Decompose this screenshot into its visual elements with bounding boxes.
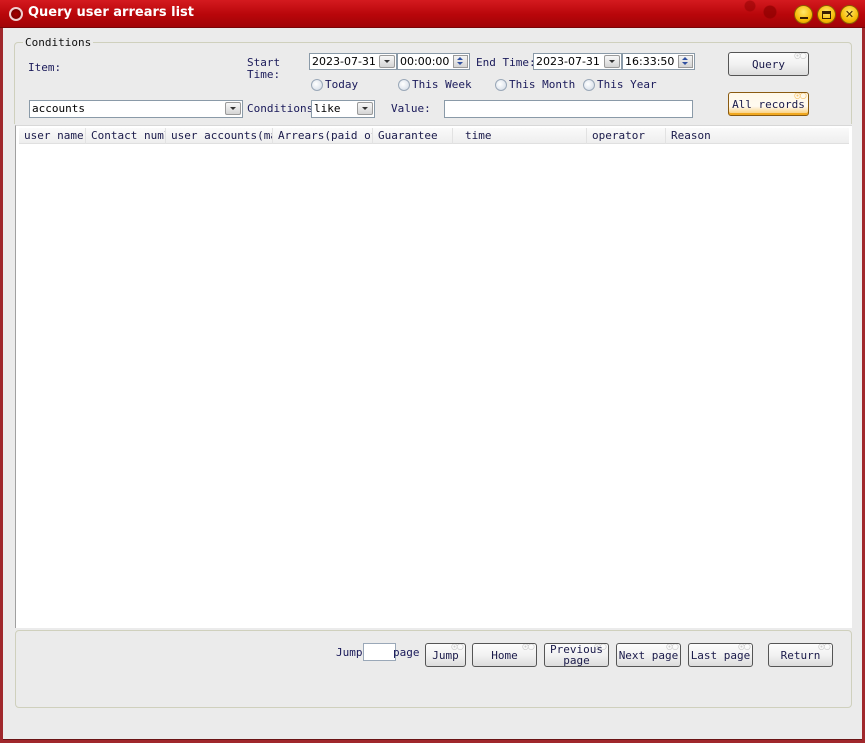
- app-icon: [9, 7, 23, 21]
- close-button[interactable]: ✕: [840, 5, 859, 24]
- start-time-value: 00:00:00: [400, 55, 450, 68]
- value-input[interactable]: [444, 100, 693, 118]
- close-icon: ✕: [844, 8, 855, 21]
- query-button[interactable]: Query: [728, 52, 809, 76]
- item-label: Item:: [28, 61, 62, 74]
- arrears-table[interactable]: user name Contact numl user accounts(ma …: [15, 125, 852, 628]
- all-records-button-label: All records: [732, 97, 805, 111]
- end-date-dropdown-icon[interactable]: [604, 55, 620, 68]
- conditions-legend: Conditions: [23, 36, 94, 49]
- conditions-dropdown-icon[interactable]: [357, 102, 373, 115]
- radio-this-month-label: This Month: [509, 78, 576, 91]
- radio-this-year[interactable]: This Year: [583, 78, 657, 91]
- column-header-user-accounts[interactable]: user accounts(ma: [166, 128, 273, 144]
- pagination-group: [15, 630, 852, 708]
- column-header-arrears[interactable]: Arrears(paid of: [273, 128, 373, 144]
- radio-today-label: Today: [325, 78, 359, 91]
- home-button[interactable]: Home: [472, 643, 537, 667]
- radio-circle-icon: [583, 78, 595, 91]
- jump-button[interactable]: Jump: [425, 643, 466, 667]
- radio-this-week-label: This Week: [412, 78, 472, 91]
- page-label: page: [393, 646, 420, 659]
- start-date-picker[interactable]: 2023-07-31: [309, 53, 397, 70]
- query-button-label: Query: [751, 57, 786, 71]
- start-time-label: Start Time:: [247, 56, 281, 81]
- maximize-icon: [822, 10, 831, 19]
- title-decoration: [730, 0, 800, 28]
- radio-this-month[interactable]: This Month: [495, 78, 575, 91]
- previous-page-button[interactable]: Previous page: [544, 643, 609, 667]
- radio-today[interactable]: Today: [311, 78, 358, 91]
- return-button[interactable]: Return: [768, 643, 833, 667]
- maximize-button[interactable]: [817, 5, 836, 24]
- home-button-label: Home: [491, 648, 518, 662]
- conditions-label: Conditions:: [247, 102, 320, 115]
- minimize-icon: [799, 16, 808, 19]
- column-header-contact-number[interactable]: Contact numl: [86, 128, 166, 144]
- radio-circle-icon: [311, 78, 323, 91]
- next-page-button[interactable]: Next page: [616, 643, 681, 667]
- page-number-input[interactable]: [363, 643, 396, 661]
- item-select-value: accounts: [32, 102, 85, 115]
- end-time-value: 16:33:50: [625, 55, 675, 68]
- radio-circle-icon: [398, 78, 410, 91]
- minimize-button[interactable]: [794, 5, 813, 24]
- end-time-spinner[interactable]: 16:33:50: [622, 53, 695, 70]
- end-time-label: End Time:: [476, 56, 536, 69]
- end-date-picker[interactable]: 2023-07-31: [533, 53, 622, 70]
- previous-page-button-label: Previous page: [550, 643, 603, 667]
- start-time-spin-icon[interactable]: [453, 55, 468, 68]
- jump-button-label: Jump: [432, 648, 459, 662]
- title-bar[interactable]: Query user arrears list ✕: [0, 0, 865, 28]
- radio-this-year-label: This Year: [597, 78, 657, 91]
- all-records-button[interactable]: All records: [728, 92, 809, 116]
- table-header: user name Contact numl user accounts(ma …: [19, 128, 849, 144]
- window-title: Query user arrears list: [28, 5, 195, 20]
- column-header-guarantee[interactable]: Guarantee: [373, 128, 453, 144]
- start-date-dropdown-icon[interactable]: [379, 55, 395, 68]
- radio-circle-icon: [495, 78, 507, 91]
- column-header-time[interactable]: time: [453, 128, 587, 144]
- item-select[interactable]: accounts: [29, 100, 243, 118]
- column-header-reason[interactable]: Reason: [666, 128, 849, 144]
- last-page-button-label: Last page: [690, 648, 751, 662]
- column-header-user-name[interactable]: user name: [19, 128, 86, 144]
- end-date-value: 2023-07-31: [536, 55, 600, 68]
- jump-label: Jump: [336, 646, 363, 659]
- conditions-select-value: like: [314, 102, 341, 115]
- end-time-spin-icon[interactable]: [678, 55, 693, 68]
- conditions-select[interactable]: like: [311, 100, 375, 118]
- radio-this-week[interactable]: This Week: [398, 78, 472, 91]
- start-date-value: 2023-07-31: [312, 55, 376, 68]
- return-button-label: Return: [780, 648, 821, 662]
- start-time-spinner[interactable]: 00:00:00: [397, 53, 470, 70]
- column-header-operator[interactable]: operator: [587, 128, 666, 144]
- query-arrears-window: Query user arrears list ✕ Conditions Ite…: [0, 0, 865, 743]
- value-label: Value:: [391, 102, 431, 115]
- item-dropdown-icon[interactable]: [225, 102, 241, 115]
- last-page-button[interactable]: Last page: [688, 643, 753, 667]
- next-page-button-label: Next page: [618, 648, 679, 662]
